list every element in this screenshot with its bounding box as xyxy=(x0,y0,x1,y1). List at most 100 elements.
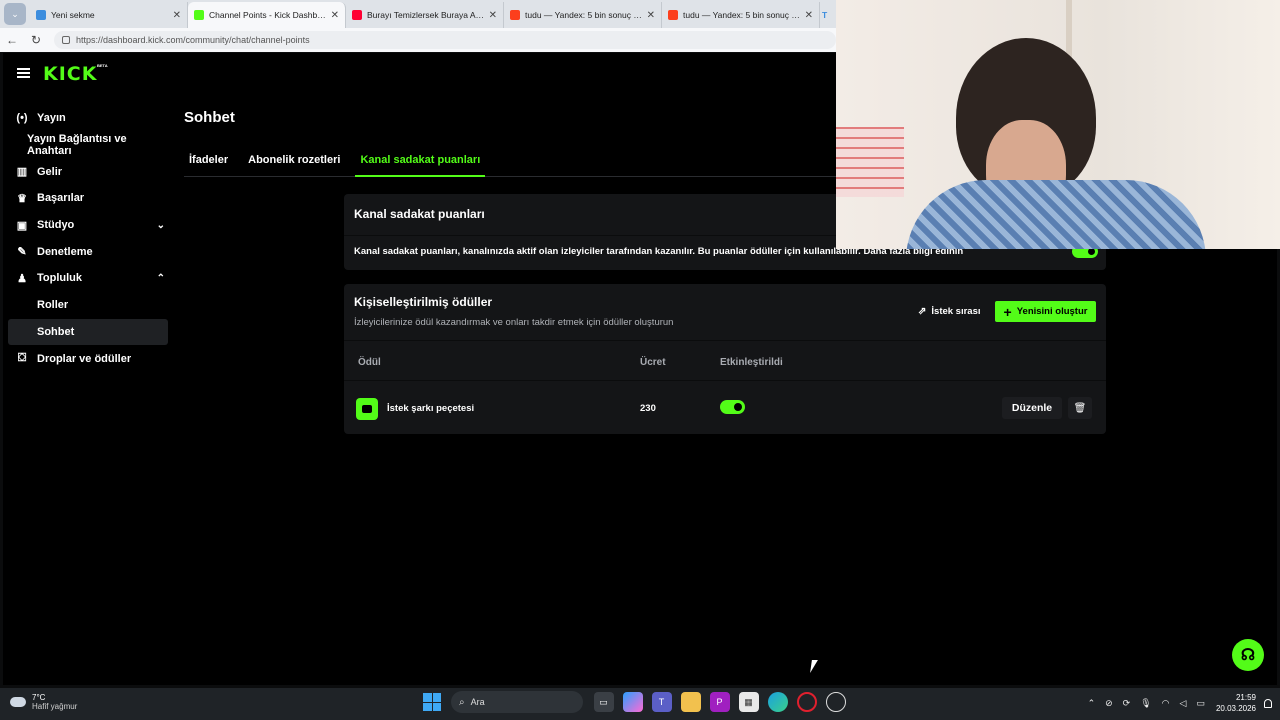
network-icon[interactable]: ⊘ xyxy=(1105,698,1113,709)
youtube-favicon-icon xyxy=(352,10,362,20)
kick-favicon-icon xyxy=(194,10,204,20)
taskbar-search[interactable]: ⌕ Ara xyxy=(451,691,583,713)
back-icon[interactable]: ← xyxy=(0,33,24,47)
microphone-icon[interactable]: 🎙 xyxy=(1140,698,1151,709)
column-header-enabled: Etkinleştirildi xyxy=(720,357,783,368)
request-queue-button[interactable]: ⇗ İstek sırası xyxy=(910,301,989,321)
column-header-cost: Ücret xyxy=(640,357,666,368)
opera-icon[interactable] xyxy=(796,692,817,712)
wrench-icon: ✎ xyxy=(17,246,27,259)
browser-tab-active[interactable]: Channel Points - Kick Dashboard ✕ xyxy=(188,2,346,28)
sidebar-item-yayin[interactable]: (•) Yayın xyxy=(3,105,173,132)
edge-icon[interactable] xyxy=(767,692,788,712)
sidebar-item-denetleme[interactable]: ✎ Denetleme xyxy=(3,238,173,265)
mouse-cursor xyxy=(810,660,818,673)
tab-close-icon[interactable]: ✕ xyxy=(173,10,181,21)
sidebar-item-topluluk[interactable]: ♟ Topluluk ⌃ xyxy=(3,265,173,292)
app-settings-icon[interactable] xyxy=(825,692,846,712)
card-title: Kişiselleştirilmiş ödüller xyxy=(354,295,493,309)
divider xyxy=(344,380,1106,381)
clock[interactable]: 21:59 20.03.2026 xyxy=(1216,692,1256,714)
tab-close-icon[interactable]: ✕ xyxy=(331,10,339,21)
kick-logo[interactable]: KICK xyxy=(43,63,97,85)
reward-name: İstek şarkı peçetesi xyxy=(387,403,475,414)
webcam-overlay xyxy=(836,0,1280,249)
card-subtitle: İzleyicilerinize ödül kazandırmak ve onl… xyxy=(354,317,674,328)
sync-icon[interactable]: ⟳ xyxy=(1123,698,1131,709)
create-reward-button[interactable]: + Yenisini oluştur xyxy=(995,301,1096,322)
reward-enabled-toggle[interactable] xyxy=(720,400,745,414)
streamer-shirt xyxy=(906,180,1206,249)
custom-rewards-card: Kişiselleştirilmiş ödüller İzleyicilerin… xyxy=(344,284,1106,434)
page-title: Sohbet xyxy=(184,109,235,126)
headset-icon: ☊ xyxy=(1240,647,1256,664)
tab-close-icon[interactable]: ✕ xyxy=(647,10,655,21)
wifi-icon[interactable]: ◠ xyxy=(1162,698,1170,709)
beta-badge: BETA xyxy=(97,63,108,68)
divider xyxy=(344,340,1106,341)
weather-widget[interactable]: 7°C Hafif yağmur xyxy=(10,693,77,711)
queue-icon: ⇗ xyxy=(918,305,927,317)
browser-tab[interactable]: Burayı Temizlersek Buraya Alışırız ✕ xyxy=(346,2,504,28)
windows-start-icon[interactable] xyxy=(423,693,441,711)
system-tray: ⌃ ⊘ ⟳ 🎙 ◠ ◁ ▭ 21:59 20.03.2026 xyxy=(1083,692,1272,714)
browser-tab-partial[interactable]: T xyxy=(820,2,832,28)
file-explorer-icon[interactable] xyxy=(680,692,701,712)
volume-icon[interactable]: ◁ xyxy=(1180,698,1187,709)
sidebar-item-roller[interactable]: Roller xyxy=(3,292,173,319)
browser-tab[interactable]: tudu — Yandex: 5 bin sonuç bulu ✕ xyxy=(504,2,662,28)
teams-icon[interactable]: T xyxy=(651,692,672,712)
task-view-icon[interactable]: ▭ xyxy=(593,692,614,712)
yandex-favicon-icon xyxy=(668,10,678,20)
url-field[interactable]: https://dashboard.kick.com/community/cha… xyxy=(54,31,836,49)
broadcast-icon: (•) xyxy=(16,112,28,125)
delete-reward-button[interactable]: 🗑 xyxy=(1068,397,1092,419)
tab-close-icon[interactable]: ✕ xyxy=(489,10,497,21)
reload-icon[interactable]: ↻ xyxy=(24,33,48,47)
browser-tab[interactable]: tudu — Yandex: 5 bin sonuç bulu ✕ xyxy=(662,2,820,28)
copilot-icon[interactable] xyxy=(622,692,643,712)
studio-icon: ▣ xyxy=(16,219,28,232)
address-bar-row: ← ↻ https://dashboard.kick.com/community… xyxy=(0,28,836,52)
tab-close-icon[interactable]: ✕ xyxy=(805,10,813,21)
battery-icon[interactable]: ▭ xyxy=(1196,698,1205,709)
trash-icon: 🗑 xyxy=(1073,402,1087,414)
chevron-down-icon[interactable]: ⌄ xyxy=(157,220,165,231)
edit-reward-button[interactable]: Düzenle xyxy=(1002,397,1062,419)
store-icon[interactable]: ▦ xyxy=(738,692,759,712)
help-chat-button[interactable]: ☊ xyxy=(1232,639,1264,671)
notification-bell-icon[interactable] xyxy=(1264,698,1272,708)
chevron-down-icon: ⌄ xyxy=(11,8,19,19)
cloud-rain-icon xyxy=(10,697,26,707)
browser-tab-bar: ⌄ Yeni sekme ✕ Channel Points - Kick Das… xyxy=(0,0,836,28)
sidebar-item-stream-key[interactable]: Yayın Bağlantısı ve Anahtarı xyxy=(3,132,173,159)
taskbar-apps: ⌕ Ara ▭ T P ▦ xyxy=(423,691,850,713)
column-header-reward: Ödül xyxy=(358,357,381,368)
chart-icon: ▥ xyxy=(16,166,28,179)
reward-cost: 230 xyxy=(640,403,656,414)
sidebar-item-droplar[interactable]: ⛋ Droplar ve ödüller xyxy=(3,345,173,372)
chevron-up-icon[interactable]: ⌃ xyxy=(157,273,165,284)
reward-icon xyxy=(356,398,378,420)
tab-abonelik-rozetleri[interactable]: Abonelik rozetleri xyxy=(243,151,345,177)
trophy-icon: ♛ xyxy=(17,192,27,205)
plus-icon: + xyxy=(1003,303,1012,320)
windows-taskbar: 7°C Hafif yağmur ⌕ Ara ▭ T P ▦ ⌃ ⊘ ⟳ 🎙 ◠… xyxy=(0,688,1280,720)
sidebar: (•) Yayın Yayın Bağlantısı ve Anahtarı ▥… xyxy=(3,105,173,372)
sidebar-item-gelir[interactable]: ▥ Gelir xyxy=(3,158,173,185)
background-shelf xyxy=(836,127,904,197)
app-p-icon[interactable]: P xyxy=(709,692,730,712)
tab-kanal-sadakat-puanlari[interactable]: Kanal sadakat puanları xyxy=(355,151,486,177)
sidebar-item-studyo[interactable]: ▣ Stüdyo ⌄ xyxy=(3,212,173,239)
sidebar-item-sohbet[interactable]: Sohbet xyxy=(8,318,168,346)
tab-ifadeler[interactable]: İfadeler xyxy=(184,151,233,177)
chevron-up-icon[interactable]: ⌃ xyxy=(1088,698,1096,709)
tab-strip: İfadeler Abonelik rozetleri Kanal sadaka… xyxy=(184,151,839,177)
menu-icon[interactable] xyxy=(17,68,30,78)
search-icon: ⌕ xyxy=(459,696,465,708)
sidebar-item-basarilar[interactable]: ♛ Başarılar xyxy=(3,185,173,212)
browser-tab[interactable]: Yeni sekme ✕ xyxy=(30,2,188,28)
site-info-icon[interactable] xyxy=(62,36,70,44)
tab-actions-menu-button[interactable]: ⌄ xyxy=(4,3,26,25)
tab-favicon-icon xyxy=(36,10,46,20)
